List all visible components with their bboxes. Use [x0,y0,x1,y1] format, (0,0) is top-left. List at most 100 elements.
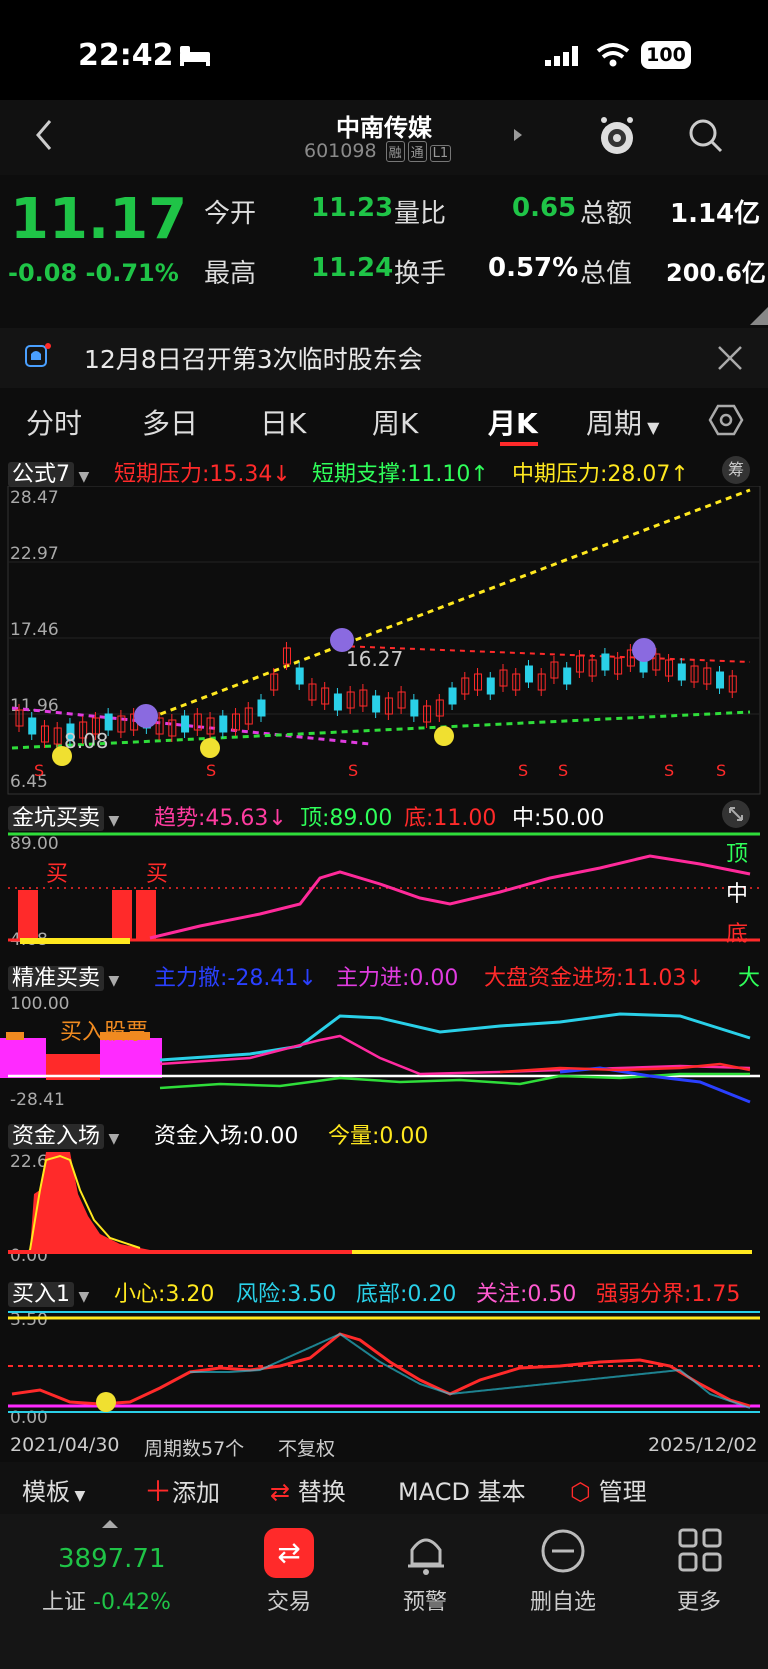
high-label: 最高 [204,259,257,289]
money-bag-icon-1 [52,746,72,766]
wifi-icon [596,43,630,67]
candle-body [716,671,725,689]
caret-down-icon: ▼ [70,1488,86,1504]
amount-value: 1.14亿 [670,199,761,229]
caret-down-icon: ▼ [642,418,660,437]
precise-indicator-selector[interactable]: 精准买卖 ▼ [8,960,119,992]
current-price: 11.17 [10,187,188,252]
formula-selector[interactable]: 公式7 ▼ [8,456,89,488]
manage-hexagon-icon: ⬡ [570,1478,591,1506]
tab-multiday[interactable]: 多日 [142,402,198,442]
short-support: 短期支撑:11.10↑ [312,462,489,487]
period-tabs: 分时 多日 日K 周K 月K 周期 ▼ [0,392,768,452]
pit-indicator-selector[interactable]: 金坑买卖 ▼ [8,800,119,832]
careful-value: 小心:3.20 [114,1282,215,1307]
pit-side-top: 顶 [726,842,749,867]
tab-weekly[interactable]: 周K [372,402,418,442]
tab-monthly[interactable]: 月K [488,402,538,442]
candle-body [448,687,457,705]
range-adjust[interactable]: 不复权 [278,1434,335,1461]
announcement-bar[interactable]: 12月8日召开第3次临时股东会 [0,328,768,388]
mcap-value: 200.6亿 [666,259,766,287]
buy1-indicator-selector[interactable]: 买入1 ▼ [8,1276,89,1308]
settings-hexagon-icon[interactable] [708,402,744,438]
precise-chart[interactable] [0,992,768,1110]
expand-icon[interactable] [722,800,750,828]
sell-mark: S [348,761,358,780]
tab-period[interactable]: 周期 ▼ [586,402,659,442]
buy-stock-label: 买入股票 [60,1020,149,1045]
tab-intraday[interactable]: 分时 [26,402,82,442]
kline-chart[interactable]: 16.27 8.08 S S S S S S S [0,486,768,796]
pit-side-mid: 中 [726,882,749,907]
search-icon[interactable] [688,118,724,154]
candle-body [181,715,190,733]
pit-bottom: 底:11.00 [404,806,497,831]
candle-body [372,695,381,713]
vol-ratio-value: 0.65 [512,193,577,223]
candle-body [601,653,610,671]
tab-daily[interactable]: 日K [260,402,306,442]
candle-body [563,667,572,685]
close-icon[interactable] [716,344,744,372]
short-pressure: 短期压力:15.34↓ [114,462,291,487]
stock-code-row: 601098 融通 L1 [304,140,452,162]
fund-chart[interactable] [0,1150,768,1268]
open-value: 11.23 [311,193,394,223]
stock-header: 中南传媒 601098 融通 L1 [0,100,768,175]
caret-up-icon[interactable] [100,1518,120,1530]
chip-button[interactable]: 筹 [722,456,750,484]
precise-y-bottom: -28.41 [10,1090,65,1110]
main-in: 主力进:0.00 [336,966,459,991]
next-stock-icon[interactable] [512,127,524,143]
index-name-pct: 上证 -0.42% [42,1590,171,1615]
mcap-label: 总值 [580,259,633,289]
pit-chart[interactable] [0,832,768,950]
nav-remove-watchlist[interactable]: 删自选 [508,1584,618,1616]
caret-down-icon: ▼ [104,813,120,829]
replace-button[interactable]: ⇄ 替换 [270,1472,346,1507]
nav-trade[interactable]: 交易 [234,1584,344,1616]
add-button[interactable]: ＋添加 [144,1470,220,1510]
top-face-icon-1 [134,704,158,728]
candle-body [28,717,37,735]
expand-corner-icon[interactable] [750,307,768,325]
turnover-value: 0.57% [488,253,579,283]
trade-icon[interactable]: ⇄ [264,1528,314,1578]
stock-name: 中南传媒 [336,114,432,142]
nav-more[interactable]: 更多 [644,1584,754,1616]
connect-tag: 通 [407,141,427,162]
candle-body [524,665,533,683]
fund-indicator-selector[interactable]: 资金入场 ▼ [8,1118,119,1150]
money-bag-icon-2 [200,738,220,758]
indicator-toolbar: 模板 ▼ ＋添加 ⇄ 替换 MACD 基本 ⬡ 管理 [0,1462,768,1514]
candle-body [295,667,304,685]
top-face-icon-3 [632,638,656,662]
manage-button[interactable]: ⬡ 管理 [570,1472,647,1507]
bed-icon [180,46,210,66]
candle-body [486,677,495,695]
sell-mark: S [716,761,726,780]
template-button[interactable]: 模板 ▼ [22,1472,85,1507]
macd-basic-button[interactable]: MACD 基本 [398,1472,526,1507]
sell-mark: S [518,761,528,780]
amount-label: 总额 [580,199,633,229]
fund-inflow-panel: 资金入场 ▼ 资金入场:0.00 今量:0.00 22.69 0.00 [0,1118,768,1268]
bell-icon[interactable] [404,1528,448,1578]
pit-buy-signal-2: 买 [146,862,169,887]
battery-icon: 100 [641,41,691,69]
buy1-chart[interactable] [0,1310,768,1422]
nav-alert[interactable]: 预警 [370,1584,480,1616]
sell-mark: S [206,761,216,780]
remove-watchlist-icon[interactable] [540,1528,586,1574]
sell-mark: S [34,761,44,780]
robot-assistant-icon[interactable] [596,114,638,158]
plus-icon: ＋ [144,1475,173,1508]
pit-buy-signal-1: 买 [46,862,69,887]
bottom-value: 底部:0.20 [356,1282,457,1307]
money-bag-icon-3 [434,726,454,746]
index-value[interactable]: 3897.71 [58,1544,166,1574]
more-grid-icon[interactable] [678,1528,722,1572]
bottom-navigation: 3897.71 上证 -0.42% ⇄ 交易 预警 删自选 更多 [0,1514,768,1669]
date-range-row: 2021/04/30 周期数57个 不复权 2025/12/02 [0,1434,768,1460]
